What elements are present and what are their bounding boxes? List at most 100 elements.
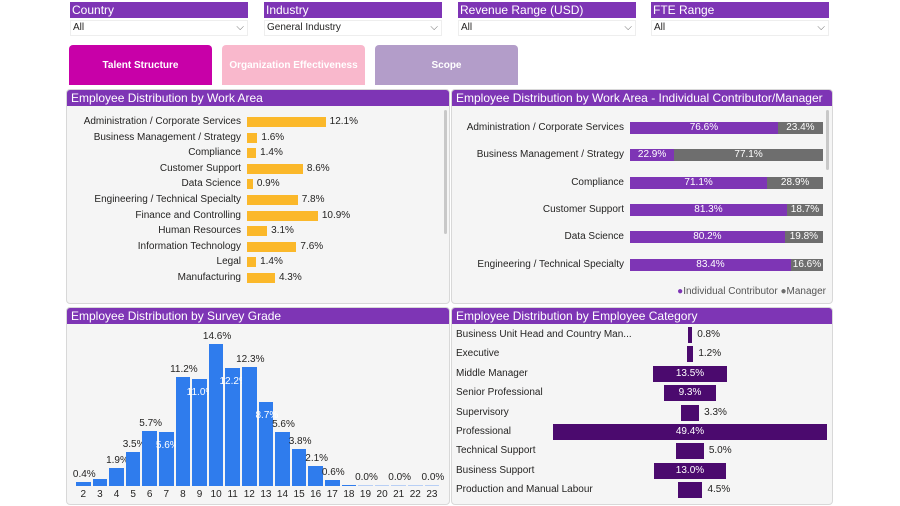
data-label: 28.9% [780,176,810,188]
category-label: Manufacturing [177,272,241,283]
funnel-bar[interactable] [687,327,693,343]
data-label: 12.1% [329,116,358,127]
chevron-down-icon: ⌵ [236,22,244,33]
bar[interactable] [247,241,297,252]
bar[interactable] [247,179,253,190]
bar[interactable] [247,257,257,268]
category-label: Business Management / Strategy [93,131,241,143]
data-label: 0.6% [321,467,345,479]
category-label: Executive [456,348,500,360]
bar[interactable] [247,163,303,174]
data-label: 0.0% [421,472,445,483]
data-label: 71.1% [684,176,713,188]
scrollbar[interactable] [444,110,447,234]
work-area-panel: Employee Distribution by Work Area Admin… [66,89,450,304]
data-label: 76.6% [689,122,719,133]
category-label: Customer Support [159,162,241,174]
data-label: 0.0% [355,472,378,483]
data-label: 0.0% [388,472,412,483]
chevron-down-icon: ⌵ [817,22,825,33]
nav-button[interactable]: Scope [375,45,518,85]
data-label: 5.7% [139,417,163,429]
category-label: Middle Manager [456,367,528,379]
data-label: 19.8% [789,231,819,243]
data-label: 4.5% [707,484,731,496]
bar[interactable] [358,485,373,486]
bar[interactable] [247,226,268,237]
bar[interactable] [247,148,257,159]
nav-button[interactable]: Organization Effectiveness [222,45,365,85]
category-label: Technical Support [456,445,536,457]
data-label: 12.3% [236,353,265,365]
panel-title: Employee Distribution by Survey Grade [67,308,449,324]
data-label: 9.3% [678,387,702,399]
category-label: Professional [456,426,512,437]
data-label: 7.6% [300,240,324,252]
bar[interactable] [247,195,298,205]
panel-title: Employee Distribution by Employee Catego… [452,308,832,324]
data-label: 10.9% [321,209,351,221]
category-label: Administration / Corporate Services [466,122,624,133]
bar[interactable] [408,485,423,486]
legend-manager: Manager [786,286,826,297]
bar[interactable] [391,485,406,486]
filter-dropdown[interactable]: All ⌵ [651,20,829,36]
bar[interactable] [247,210,318,221]
data-label: 1.6% [261,131,285,143]
bar[interactable] [325,480,340,486]
data-label: 3.1% [271,225,294,237]
panel-title: Employee Distribution by Work Area [67,90,449,106]
bar[interactable] [341,485,357,486]
filter-label: Country [70,2,248,18]
category-label: Supervisory [456,406,509,418]
data-label: 3.8% [288,436,312,448]
chevron-down-icon: ⌵ [624,22,632,33]
data-label: 0.9% [256,178,280,190]
nav-button[interactable]: Talent Structure [69,45,212,85]
filter-value: All [654,22,666,33]
data-label: 7.8% [301,194,325,205]
category-label: Customer Support [542,203,624,215]
data-label: 13.0% [675,464,705,476]
data-label: 49.4% [675,426,705,437]
filter-dropdown[interactable]: All ⌵ [458,20,636,36]
data-label: 0.8% [697,329,720,340]
category-label: Information Technology [137,240,241,252]
data-label: 3.3% [704,406,727,418]
data-label: 81.3% [694,203,723,215]
data-label: 23.4% [786,122,815,133]
bar[interactable] [76,482,91,486]
funnel-bar[interactable] [677,482,703,499]
bar[interactable] [374,485,390,486]
bar[interactable] [247,132,258,143]
bar[interactable] [242,366,257,486]
bar[interactable] [247,273,275,283]
data-label: 2.1% [305,452,329,464]
category-label: Business Unit Head and Country Man... [456,329,632,340]
category-label: Compliance [571,176,624,188]
filter-dropdown[interactable]: All ⌵ [70,20,248,36]
category-label: Senior Professional [456,387,543,399]
bar[interactable] [125,452,141,486]
category-label: Business Management / Strategy [476,149,624,161]
filter-dropdown[interactable]: General Industry ⌵ [264,20,442,36]
bar[interactable] [109,467,124,486]
category-label: Compliance [188,147,241,159]
funnel-bar[interactable] [680,404,700,421]
data-label: 8.6% [306,162,330,174]
category-label: Legal [216,256,241,268]
bar[interactable] [247,117,326,127]
employee-category-panel: Employee Distribution by Employee Catego… [451,307,833,505]
scrollbar[interactable] [826,110,829,170]
funnel-bar[interactable] [686,346,694,363]
data-label: 83.4% [696,258,725,270]
bar[interactable] [208,344,224,486]
ic-manager-panel: Employee Distribution by Work Area - Ind… [451,89,833,304]
bar[interactable] [424,485,440,486]
category-label: Engineering / Technical Specialty [477,258,624,270]
data-label: 1.2% [698,348,722,360]
bar[interactable] [92,479,108,486]
funnel-bar[interactable] [676,443,704,460]
data-label: 5.0% [708,445,732,457]
filter-label: Revenue Range (USD) [458,2,636,18]
